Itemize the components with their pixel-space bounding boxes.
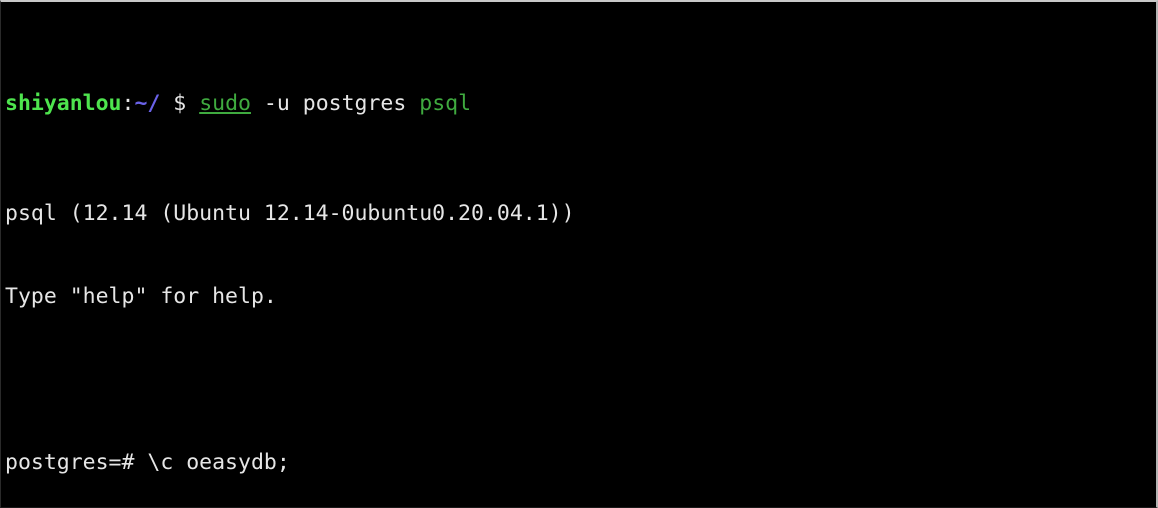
prompt-username: shiyanlou [5,90,122,116]
output-line-version: psql (12.14 (Ubuntu 12.14-0ubuntu0.20.04… [5,201,575,227]
command-arguments: -u postgres [250,90,420,116]
prompt-path: ~/ [134,90,161,116]
output-line-blank-1 [5,366,1156,394]
output-line-help-hint: Type "help" for help. [5,283,277,309]
terminal-window[interactable]: shiyanlou:~/ $ sudo -u postgres psql psq… [0,0,1158,508]
prompt-dollar-sign: $ [160,90,200,116]
command-sudo: sudo [199,90,251,116]
prompt-colon: : [121,90,135,116]
command-psql: psql [419,90,472,116]
terminal-screen[interactable]: shiyanlou:~/ $ sudo -u postgres psql psq… [1,2,1156,507]
shell-prompt-line: shiyanlou:~/ $ sudo -u postgres psql [5,90,1156,118]
output-line-connect-command: postgres=# \c oeasydb; [5,449,290,475]
